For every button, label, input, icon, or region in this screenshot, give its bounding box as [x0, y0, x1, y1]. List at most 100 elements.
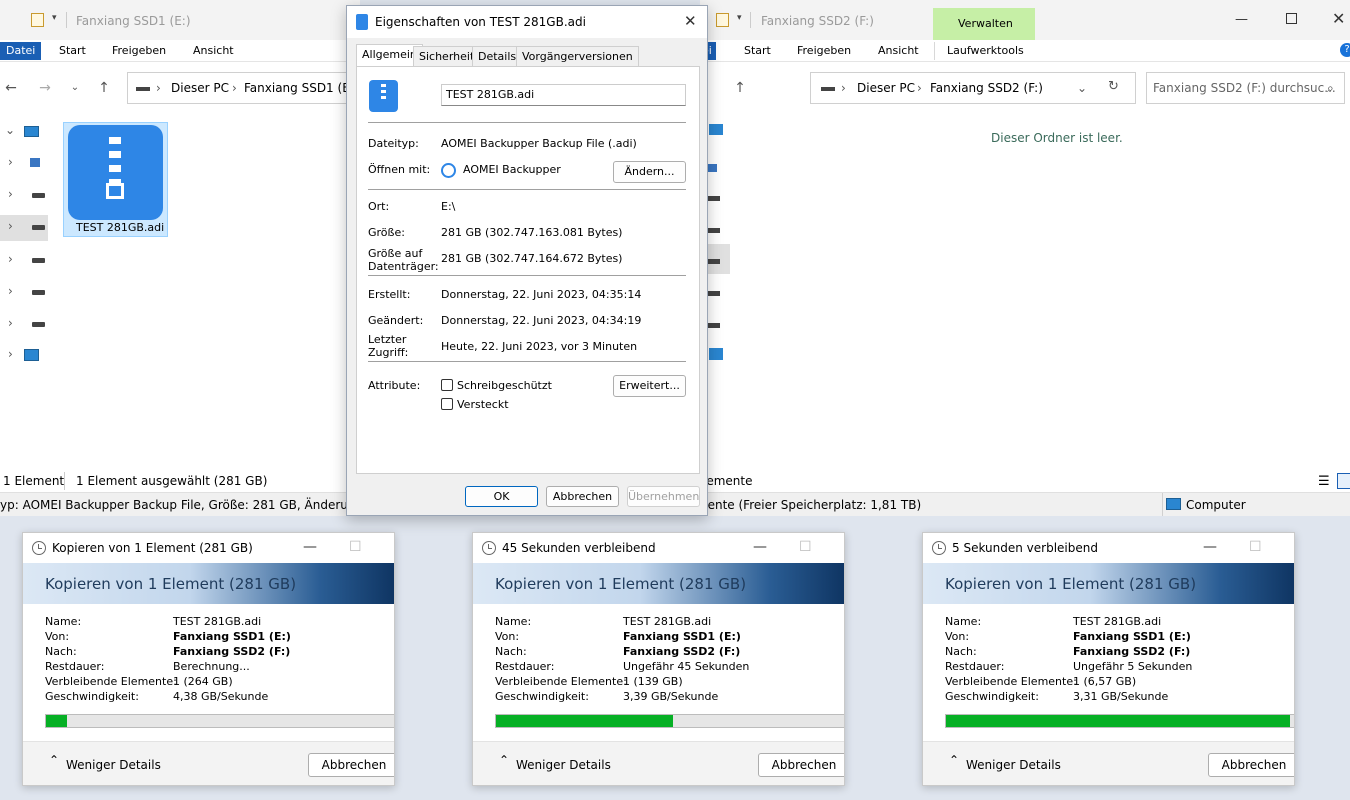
- status-bar: lemente ☰: [700, 472, 1350, 492]
- up-icon[interactable]: ↑: [95, 79, 113, 97]
- tab-ansicht[interactable]: Ansicht: [872, 42, 925, 60]
- chevron-down-icon[interactable]: ⌄: [1077, 81, 1087, 95]
- up-icon[interactable]: ↑: [731, 79, 749, 97]
- label-restdauer: Restdauer:: [945, 660, 1005, 673]
- nav-item[interactable]: ›: [0, 312, 48, 338]
- value-nach[interactable]: Fanxiang SSD2 (F:): [623, 645, 740, 658]
- advanced-button[interactable]: Erweitert...: [613, 375, 686, 397]
- back-icon[interactable]: ←: [2, 79, 20, 97]
- recent-dropdown-icon[interactable]: ⌄: [66, 79, 84, 97]
- nav-item[interactable]: ›: [0, 183, 48, 209]
- close-icon[interactable]: ✕: [843, 539, 844, 555]
- details-view-icon[interactable]: ☰: [1318, 474, 1330, 489]
- chevron-down-icon[interactable]: ⌄: [5, 123, 15, 137]
- nav-item-this-pc[interactable]: ⌄: [0, 118, 48, 144]
- chevron-right-icon[interactable]: ›: [8, 219, 13, 233]
- tab-start[interactable]: Start: [53, 42, 92, 60]
- tab-freigeben[interactable]: Freigeben: [106, 42, 172, 60]
- tiles-view-icon[interactable]: [1337, 473, 1350, 489]
- breadcrumb-drive[interactable]: Fanxiang SSD1 (E:): [244, 81, 359, 95]
- breadcrumb-drive[interactable]: Fanxiang SSD2 (F:): [930, 81, 1043, 95]
- tab-details[interactable]: Details: [472, 46, 523, 66]
- label-speed: Geschwindigkeit:: [945, 690, 1039, 703]
- tab-start[interactable]: Start: [738, 42, 777, 60]
- dropdown-icon[interactable]: ▾: [737, 13, 742, 23]
- tab-freigeben[interactable]: Freigeben: [791, 42, 857, 60]
- tab-sicherheit[interactable]: Sicherheit: [413, 46, 481, 66]
- status-text: lemente: [703, 474, 753, 488]
- search-icon[interactable]: ⌕: [1327, 81, 1334, 96]
- nav-item-selected[interactable]: ›: [0, 215, 48, 241]
- help-icon[interactable]: ?: [1340, 43, 1350, 57]
- close-icon[interactable]: ✕: [393, 539, 394, 555]
- drive-icon: [708, 196, 720, 201]
- cancel-button[interactable]: Abbrechen: [546, 486, 619, 507]
- cancel-button[interactable]: Abbrechen: [758, 753, 844, 777]
- minimize-icon[interactable]: —: [753, 539, 767, 555]
- readonly-checkbox[interactable]: [441, 379, 453, 391]
- file-item[interactable]: TEST 281GB.adi: [63, 122, 168, 237]
- progress-bar: [945, 714, 1294, 728]
- nav-item-network[interactable]: ›: [0, 343, 48, 369]
- search-input[interactable]: Fanxiang SSD2 (F:) durchsuc... ⌕: [1146, 72, 1345, 104]
- quick-access-icon[interactable]: [716, 13, 729, 27]
- apply-button[interactable]: Übernehmen: [627, 486, 700, 507]
- ok-button[interactable]: OK: [465, 486, 538, 507]
- chevron-right-icon: ›: [917, 81, 922, 95]
- chevron-right-icon[interactable]: ›: [8, 347, 13, 361]
- close-icon[interactable]: ✕: [1293, 539, 1294, 555]
- chevron-up-icon[interactable]: ⌃: [949, 753, 959, 767]
- maximize-icon[interactable]: [1286, 13, 1297, 24]
- minimize-icon[interactable]: —: [303, 539, 317, 555]
- value-groesse: 281 GB (302.747.163.081 Bytes): [441, 226, 623, 239]
- value-nach[interactable]: Fanxiang SSD2 (F:): [1073, 645, 1190, 658]
- dropdown-icon[interactable]: ▾: [52, 13, 57, 23]
- close-icon[interactable]: ✕: [684, 12, 697, 30]
- readonly-label: Schreibgeschützt: [457, 379, 552, 392]
- cancel-button[interactable]: Abbrechen: [1208, 753, 1294, 777]
- breadcrumb-this-pc[interactable]: Dieser PC: [857, 81, 915, 95]
- tab-datei[interactable]: Datei: [0, 42, 42, 60]
- value-nach[interactable]: Fanxiang SSD2 (F:): [173, 645, 290, 658]
- forward-icon[interactable]: →: [36, 79, 54, 97]
- less-details-link[interactable]: Weniger Details: [66, 758, 161, 772]
- quick-access-icon[interactable]: [31, 13, 44, 27]
- less-details-link[interactable]: Weniger Details: [516, 758, 611, 772]
- minimize-icon[interactable]: —: [1235, 12, 1248, 27]
- hidden-checkbox[interactable]: [441, 398, 453, 410]
- drive-icon: [32, 193, 45, 198]
- dialog-title: Eigenschaften von TEST 281GB.adi: [375, 15, 586, 29]
- value-von[interactable]: Fanxiang SSD1 (E:): [173, 630, 291, 643]
- value-von[interactable]: Fanxiang SSD1 (E:): [623, 630, 741, 643]
- clock-icon: [32, 541, 46, 555]
- nav-item[interactable]: ›: [0, 151, 48, 177]
- change-button[interactable]: Ändern...: [613, 161, 686, 183]
- value-von[interactable]: Fanxiang SSD1 (E:): [1073, 630, 1191, 643]
- chevron-right-icon[interactable]: ›: [8, 316, 13, 330]
- breadcrumb-this-pc[interactable]: Dieser PC: [171, 81, 229, 95]
- manage-tab-highlight[interactable]: Verwalten: [933, 8, 1035, 40]
- tab-ansicht[interactable]: Ansicht: [187, 42, 240, 60]
- chevron-right-icon[interactable]: ›: [8, 284, 13, 298]
- tab-laufwerktools[interactable]: Laufwerktools: [941, 42, 1030, 60]
- address-bar[interactable]: › Dieser PC › Fanxiang SSD2 (F:) ⌄ ↻: [810, 72, 1136, 104]
- refresh-icon[interactable]: ↻: [1108, 79, 1119, 94]
- chevron-right-icon[interactable]: ›: [8, 252, 13, 266]
- chevron-up-icon[interactable]: ⌃: [499, 753, 509, 767]
- progress-bar: [495, 714, 844, 728]
- less-details-link[interactable]: Weniger Details: [966, 758, 1061, 772]
- chevron-up-icon[interactable]: ⌃: [49, 753, 59, 767]
- maximize-icon[interactable]: ☐: [1249, 539, 1262, 555]
- chevron-right-icon[interactable]: ›: [8, 155, 13, 169]
- nav-item[interactable]: ›: [0, 280, 48, 306]
- close-icon[interactable]: ✕: [1332, 9, 1345, 28]
- tab-vorgaengerversionen[interactable]: Vorgängerversionen: [516, 46, 639, 66]
- address-bar[interactable]: › Dieser PC › Fanxiang SSD1 (E:): [127, 72, 360, 104]
- minimize-icon[interactable]: —: [1203, 539, 1217, 555]
- cancel-button[interactable]: Abbrechen: [308, 753, 394, 777]
- nav-item[interactable]: ›: [0, 248, 48, 274]
- maximize-icon[interactable]: ☐: [349, 539, 362, 555]
- maximize-icon[interactable]: ☐: [799, 539, 812, 555]
- filename-input[interactable]: TEST 281GB.adi: [441, 84, 686, 106]
- chevron-right-icon[interactable]: ›: [8, 187, 13, 201]
